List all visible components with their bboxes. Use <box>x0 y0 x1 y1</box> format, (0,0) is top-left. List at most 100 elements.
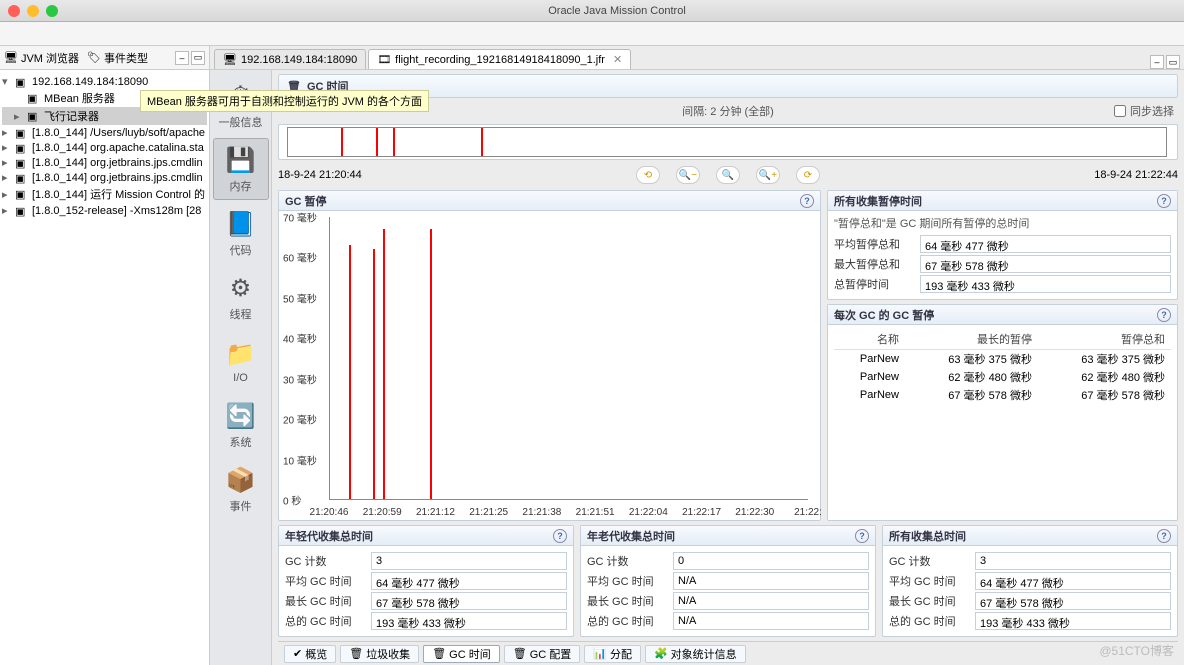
maximize-view-icon[interactable]: ▭ <box>191 51 205 65</box>
nav-item-事件[interactable]: 📦事件 <box>213 458 269 520</box>
field-value: N/A <box>673 612 869 630</box>
nav-next-icon[interactable]: ⟳ <box>796 166 820 184</box>
sync-select[interactable]: 同步选择 <box>1114 103 1174 119</box>
nav-icon: 📘 <box>223 208 259 240</box>
jvm-tree: ▾▣192.168.149.184:18090▣MBean 服务器▸▣飞行记录器… <box>0 70 209 665</box>
expand-arrow-icon[interactable]: ▸ <box>2 171 12 184</box>
tree-item[interactable]: ▸▣[1.8.0_144] org.apache.catalina.sta <box>2 140 207 155</box>
watermark: @51CTO博客 <box>1099 642 1174 659</box>
nav-icon: ⚙ <box>223 272 259 304</box>
editor-tab[interactable]: 🖥 192.168.149.184:18090 <box>214 49 366 69</box>
tree-item[interactable]: ▸▣[1.8.0_152-release] -Xms128m [28 <box>2 203 207 218</box>
help-icon[interactable]: ? <box>855 529 869 543</box>
nav-item-I/O[interactable]: 📁I/O <box>213 330 269 392</box>
x-tick-label: 21:21:12 <box>416 507 455 518</box>
tab-label: GC 时间 <box>449 646 491 662</box>
tab-label: 概览 <box>305 646 327 662</box>
cell: 63 毫秒 375 微秒 <box>905 350 1038 369</box>
zoom-reset-icon[interactable]: 🔍 <box>716 166 740 184</box>
x-tick-label: 21:22:30 <box>735 507 774 518</box>
timeline-overview[interactable] <box>278 124 1178 160</box>
nav-prev-icon[interactable]: ⟲ <box>636 166 660 184</box>
nav-label: 一般信息 <box>219 114 263 130</box>
nav-label: 线程 <box>230 306 252 322</box>
panel-title: 所有收集暂停时间 <box>834 193 922 209</box>
bottom-tab[interactable]: ✔概览 <box>284 645 336 663</box>
minimize-view-icon[interactable]: – <box>175 51 189 65</box>
table-row[interactable]: ParNew63 毫秒 375 微秒63 毫秒 375 微秒 <box>834 350 1171 369</box>
bottom-tab[interactable]: 🗑垃圾收集 <box>340 645 419 663</box>
chart-bar <box>373 249 375 499</box>
field-value: 67 毫秒 578 微秒 <box>975 592 1171 610</box>
close-window[interactable] <box>8 5 20 17</box>
y-tick-label: 10 毫秒 <box>283 452 317 467</box>
sync-label: 同步选择 <box>1130 103 1174 119</box>
field-value: N/A <box>673 592 869 610</box>
node-icon: ▣ <box>15 188 29 200</box>
nav-item-线程[interactable]: ⚙ 线程 <box>213 266 269 328</box>
cell: 63 毫秒 375 微秒 <box>1038 350 1171 369</box>
expand-arrow-icon[interactable]: ▸ <box>2 204 12 217</box>
bottom-tab[interactable]: 🧩对象统计信息 <box>645 645 746 663</box>
gc-pause-chart: GC 暂停 ? 0 秒10 毫秒20 毫秒30 毫秒40 毫秒50 毫秒60 毫… <box>278 190 821 521</box>
expand-arrow-icon[interactable]: ▸ <box>14 110 24 123</box>
y-tick-label: 30 毫秒 <box>283 371 317 386</box>
nav-item-系统[interactable]: 🔄系统 <box>213 394 269 456</box>
field-value: 3 <box>975 552 1171 570</box>
sidebar-tab-events[interactable]: 🏷 事件类型 <box>87 50 148 66</box>
tab-icon: ✔ <box>293 647 302 660</box>
field-label: 最长 GC 时间 <box>587 593 667 609</box>
field-value: 64 毫秒 477 微秒 <box>371 572 567 590</box>
field-value: 193 毫秒 433 微秒 <box>975 612 1171 630</box>
tree-item[interactable]: ▸▣[1.8.0_144] 运行 Mission Control 的 <box>2 185 207 203</box>
nav-icon: 🔄 <box>223 400 259 432</box>
collection-summary-panel: 所有收集总时间?GC 计数3平均 GC 时间64 毫秒 477 微秒最长 GC … <box>882 525 1178 637</box>
expand-arrow-icon[interactable]: ▸ <box>2 188 12 201</box>
sidebar-tab-jvm[interactable]: 🖥 JVM 浏览器 <box>4 50 79 66</box>
col-header[interactable]: 暂停总和 <box>1038 329 1171 350</box>
table-row[interactable]: ParNew62 毫秒 480 微秒62 毫秒 480 微秒 <box>834 368 1171 386</box>
x-tick-label: 21:21:38 <box>522 507 561 518</box>
expand-arrow-icon[interactable]: ▾ <box>2 75 12 88</box>
zoom-out-icon[interactable]: 🔍− <box>676 166 700 184</box>
field-label: 平均 GC 时间 <box>587 573 667 589</box>
help-icon[interactable]: ? <box>1157 529 1171 543</box>
minimize-window[interactable] <box>27 5 39 17</box>
tab-icon: 🗑 <box>513 647 527 660</box>
close-tab-icon[interactable]: ✕ <box>613 53 622 66</box>
field-label: 总暂停时间 <box>834 276 914 292</box>
cell: ParNew <box>834 386 905 404</box>
tree-item[interactable]: ▸▣[1.8.0_144] org.jetbrains.jps.cmdlin <box>2 170 207 185</box>
tree-item[interactable]: ▸▣[1.8.0_144] /Users/luyb/soft/apache <box>2 125 207 140</box>
table-row[interactable]: ParNew67 毫秒 578 微秒67 毫秒 578 微秒 <box>834 386 1171 404</box>
bottom-tab[interactable]: 🗑GC 时间 <box>423 645 500 663</box>
minimize-editor-icon[interactable]: – <box>1150 55 1164 69</box>
zoom-window[interactable] <box>46 5 58 17</box>
nav-item-代码[interactable]: 📘代码 <box>213 202 269 264</box>
field-label: GC 计数 <box>587 553 667 569</box>
zoom-in-icon[interactable]: 🔍+ <box>756 166 780 184</box>
expand-arrow-icon[interactable]: ▸ <box>2 141 12 154</box>
col-header[interactable]: 最长的暂停 <box>905 329 1038 350</box>
nav-item-内存[interactable]: 💾内存 <box>213 138 269 200</box>
help-icon[interactable]: ? <box>553 529 567 543</box>
help-icon[interactable]: ? <box>1157 308 1171 322</box>
field-label: GC 计数 <box>285 553 365 569</box>
help-icon[interactable]: ? <box>800 194 814 208</box>
expand-arrow-icon[interactable]: ▸ <box>2 126 12 139</box>
tree-item[interactable]: ▾▣192.168.149.184:18090 <box>2 74 207 89</box>
col-header[interactable]: 名称 <box>834 329 905 350</box>
help-icon[interactable]: ? <box>1157 194 1171 208</box>
sync-checkbox[interactable] <box>1114 105 1126 117</box>
tree-label: 飞行记录器 <box>44 108 99 124</box>
bottom-tab[interactable]: 🗑GC 配置 <box>504 645 581 663</box>
maximize-editor-icon[interactable]: ▭ <box>1166 55 1180 69</box>
expand-arrow-icon[interactable]: ▸ <box>2 156 12 169</box>
tree-item[interactable]: ▸▣[1.8.0_144] org.jetbrains.jps.cmdlin <box>2 155 207 170</box>
cell: 67 毫秒 578 微秒 <box>1038 386 1171 404</box>
panel-title: 每次 GC 的 GC 暂停 <box>834 307 934 323</box>
tooltip: MBean 服务器可用于自测和控制运行的 JVM 的各个方面 <box>140 90 429 112</box>
field-label: 平均 GC 时间 <box>889 573 969 589</box>
editor-tab[interactable]: 🎞 flight_recording_19216814918418090_1.j… <box>368 49 631 69</box>
bottom-tab[interactable]: 📊分配 <box>584 645 641 663</box>
